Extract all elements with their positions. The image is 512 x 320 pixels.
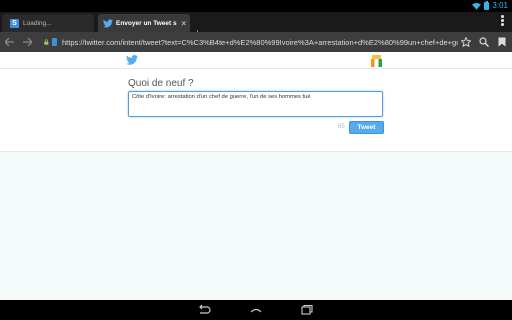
- home-nav-icon[interactable]: [249, 304, 263, 316]
- tab-label: Loading...: [23, 19, 52, 27]
- char-counter: 65: [338, 124, 345, 130]
- wifi-icon: [472, 2, 482, 10]
- tab-favicon-icon: S: [10, 18, 19, 28]
- twitter-logo-icon[interactable]: [126, 55, 138, 65]
- status-icons: 3:01: [472, 0, 508, 12]
- tab-loading[interactable]: S Loading...: [2, 14, 94, 32]
- tab-strip: S Loading... Envoyer un Tweet sur Twi...…: [0, 12, 512, 40]
- lock-icon: [44, 39, 49, 45]
- forward-icon[interactable]: [18, 32, 36, 52]
- tweet-textarea[interactable]: Côte d'Ivoire: arrestation d'un chef de …: [128, 91, 383, 117]
- clock: 3:01: [492, 1, 508, 10]
- back-nav-icon[interactable]: [197, 304, 211, 316]
- tab-label: Envoyer un Tweet sur Twi...: [116, 19, 177, 27]
- back-icon[interactable]: [0, 32, 18, 52]
- page-title: Quoi de neuf ?: [128, 78, 194, 89]
- avatar[interactable]: [370, 55, 383, 67]
- address-bar[interactable]: https://twitter.com/intent/tweet?text=C%…: [44, 34, 458, 50]
- toolbar-actions: [460, 32, 508, 52]
- tab-twitter[interactable]: Envoyer un Tweet sur Twi... ×: [98, 14, 190, 32]
- site-favicon-icon: [51, 38, 58, 46]
- status-bar: 3:01: [0, 0, 512, 12]
- overflow-menu-icon[interactable]: [501, 15, 504, 27]
- search-icon[interactable]: [478, 36, 490, 48]
- url-text[interactable]: https://twitter.com/intent/tweet?text=C%…: [62, 38, 458, 47]
- bookmarks-icon[interactable]: [496, 36, 508, 48]
- recent-apps-icon[interactable]: [300, 304, 314, 316]
- twitter-bird-icon: [103, 18, 113, 27]
- battery-icon: [484, 1, 490, 10]
- tweet-panel: Quoi de neuf ? Côte d'Ivoire: arrestatio…: [0, 52, 512, 152]
- browser-toolbar: https://twitter.com/intent/tweet?text=C%…: [0, 32, 512, 52]
- web-page: Quoi de neuf ? Côte d'Ivoire: arrestatio…: [0, 52, 512, 300]
- tweet-button[interactable]: Tweet: [349, 121, 384, 134]
- close-tab-icon[interactable]: ×: [177, 19, 190, 28]
- header-divider: [0, 68, 512, 69]
- star-bookmark-icon[interactable]: [460, 36, 472, 48]
- system-nav-bar: [0, 300, 512, 320]
